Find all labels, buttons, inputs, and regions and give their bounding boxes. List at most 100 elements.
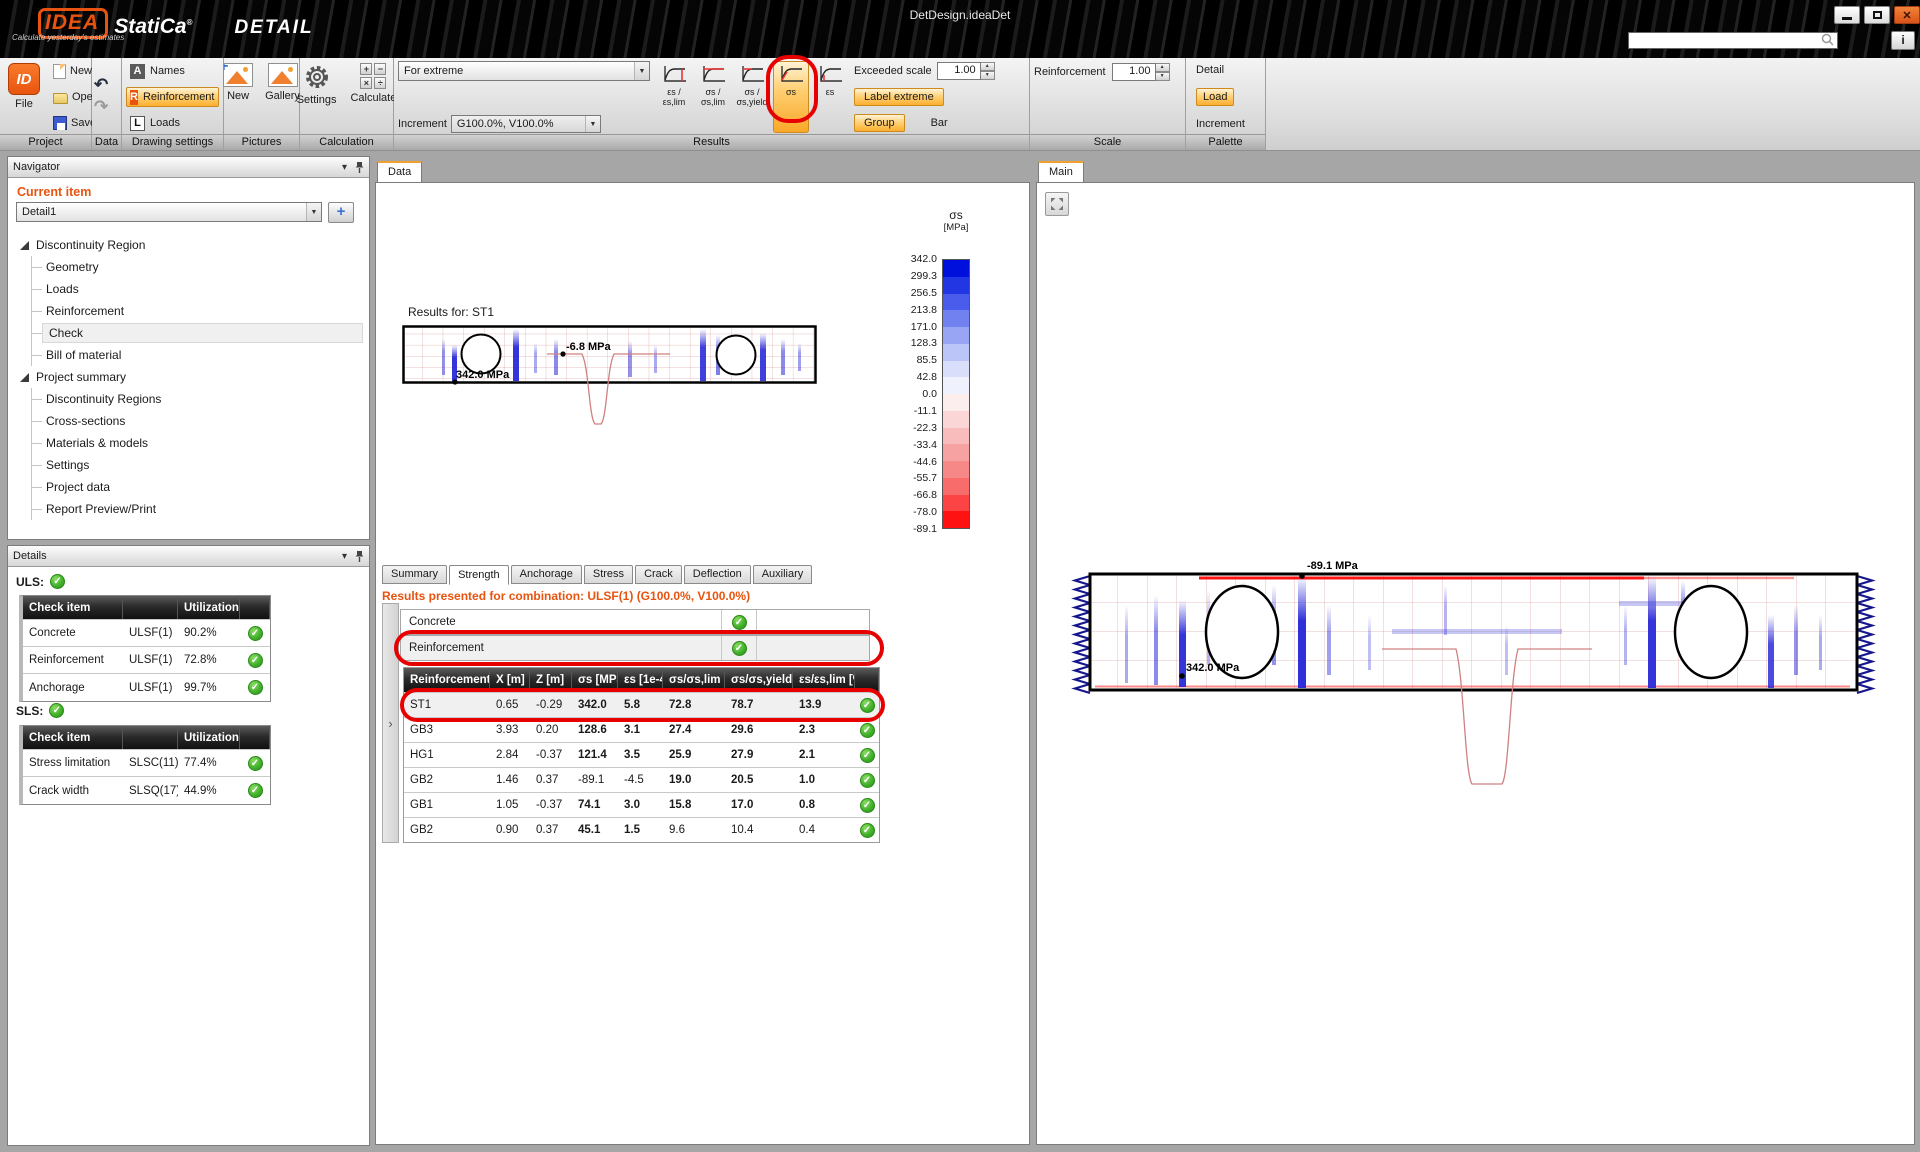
group-label-palette: Palette — [1186, 134, 1265, 150]
search-input[interactable] — [1629, 35, 1821, 47]
tab-summary[interactable]: Summary — [382, 565, 447, 584]
ribbon-group-calculation: Settings +− ×÷ Calculate Calculation — [300, 58, 394, 150]
result-tabs: Summary Strength Anchorage Stress Crack … — [382, 565, 814, 584]
table-row[interactable]: HG1 2.84 -0.37 121.4 3.5 25.9 27.9 2.1 ✓ — [404, 742, 879, 767]
palette-load-toggle[interactable]: Load — [1196, 88, 1234, 106]
tree-item-reinforcement[interactable]: Reinforcement — [32, 300, 363, 322]
tab-auxiliary[interactable]: Auxiliary — [753, 565, 813, 584]
loads-toggle[interactable]: L Loads — [126, 113, 219, 133]
result-ss-button[interactable]: σs — [773, 61, 809, 133]
result-es-eslim-button[interactable]: εs /εs,lim — [656, 61, 692, 133]
section-row-concrete[interactable]: Concrete ✓ — [400, 609, 870, 635]
exceeded-scale-spinner[interactable]: 1.00 ▲▼ — [937, 62, 995, 80]
group-label-pictures: Pictures — [224, 134, 299, 150]
support-left — [1075, 576, 1090, 693]
picture-new-button[interactable]: + New — [219, 61, 257, 133]
column-header-ss[interactable]: σs [MPa] — [572, 668, 618, 692]
expanded-triangle-icon[interactable] — [20, 373, 29, 382]
column-header-ssyield[interactable]: σs/σs,yield [%] — [725, 668, 793, 692]
result-ss-sslim-button[interactable]: σs /σs,lim — [695, 61, 731, 133]
current-item-select[interactable]: Detail1 ▼ — [16, 202, 322, 222]
search-box[interactable] — [1628, 32, 1838, 49]
panel-menu-icon[interactable]: ▾ — [334, 551, 355, 562]
column-header-x[interactable]: X [m] — [490, 668, 530, 692]
tab-strength[interactable]: Strength — [449, 565, 509, 585]
column-header-sslim[interactable]: σs/σs,lim [%] — [663, 668, 725, 692]
table-row[interactable]: GB1 1.05 -0.37 74.1 3.0 15.8 17.0 0.8 ✓ — [404, 792, 879, 817]
spin-up-icon[interactable]: ▲ — [981, 62, 995, 71]
tree-item-check[interactable]: Check — [32, 322, 363, 344]
tree-item-loads[interactable]: Loads — [32, 278, 363, 300]
status-check-icon: ✓ — [732, 615, 747, 630]
tree-item-settings[interactable]: Settings — [32, 454, 363, 476]
section-row-reinforcement[interactable]: Reinforcement ✓ — [400, 635, 870, 661]
title-bar: IDEA StatiCa® DETAIL Calculate yesterday… — [0, 0, 1920, 58]
stress-annotation-top: -89.1 MPa — [1307, 560, 1359, 572]
close-button[interactable]: ✕ — [1894, 6, 1920, 24]
label-extreme-toggle[interactable]: Label extreme — [854, 88, 944, 106]
settings-button[interactable]: Settings — [293, 61, 341, 133]
maximize-button[interactable] — [1864, 6, 1890, 24]
tree-item-discontinuity-regions[interactable]: Discontinuity Regions — [32, 388, 363, 410]
group-label-calculation: Calculation — [300, 134, 393, 150]
tension-zone-bottom — [1095, 686, 1850, 688]
info-button[interactable]: i — [1891, 31, 1915, 50]
tab-crack[interactable]: Crack — [635, 565, 682, 584]
spin-down-icon[interactable]: ▼ — [981, 71, 995, 80]
redo-button[interactable]: ↷ — [94, 100, 119, 114]
table-row[interactable]: GB2 0.90 0.37 45.1 1.5 9.6 10.4 0.4 ✓ — [404, 817, 879, 842]
tree-item-bill-of-material[interactable]: Bill of material — [32, 344, 363, 366]
tab-deflection[interactable]: Deflection — [684, 565, 751, 584]
beam-drawing-data[interactable]: -6.8 MPa 342.0 MPa — [402, 323, 832, 458]
reinforcement-scale-spinner[interactable]: 1.00 ▲▼ — [1112, 63, 1170, 81]
group-toggle[interactable]: Group — [854, 114, 905, 132]
fit-to-view-button[interactable] — [1045, 192, 1069, 216]
expanded-triangle-icon[interactable] — [20, 241, 29, 250]
undo-button[interactable]: ↶ — [94, 78, 119, 92]
column-header-es[interactable]: εs [1e-4] — [618, 668, 663, 692]
group-label-project: Project — [0, 134, 91, 150]
reinforcement-scale-value[interactable]: 1.00 — [1112, 63, 1156, 81]
result-es-button[interactable]: εs — [812, 61, 848, 133]
spin-down-icon[interactable]: ▼ — [1156, 72, 1170, 81]
names-toggle[interactable]: A Names — [126, 61, 219, 81]
add-item-button[interactable]: + — [328, 202, 354, 223]
tab-main[interactable]: Main — [1038, 161, 1084, 182]
exceeded-scale-value[interactable]: 1.00 — [937, 62, 981, 80]
panel-menu-icon[interactable]: ▾ — [334, 162, 355, 173]
result-button-label: σs /σs,yield — [736, 87, 767, 107]
minimize-button[interactable] — [1834, 6, 1860, 24]
file-button[interactable]: ID File — [4, 61, 44, 133]
calculate-icon: +− ×÷ — [360, 63, 386, 89]
tree-node-project-summary[interactable]: Project summary — [14, 366, 363, 388]
result-button-label: σs — [786, 87, 796, 97]
calculate-button[interactable]: +− ×÷ Calculate — [346, 61, 400, 133]
column-header-reinforcement[interactable]: Reinforcement — [404, 668, 490, 692]
tree-item-geometry[interactable]: Geometry — [32, 256, 363, 278]
column-header-eslim[interactable]: εs/εs,lim [%] — [793, 668, 855, 692]
table-row[interactable]: GB2 1.46 0.37 -89.1 -4.5 19.0 20.5 1.0 ✓ — [404, 767, 879, 792]
tree-item-report-preview-print[interactable]: Report Preview/Print — [32, 498, 363, 520]
tree-item-materials-models[interactable]: Materials & models — [32, 432, 363, 454]
status-check-icon: ✓ — [860, 698, 875, 713]
pin-icon[interactable] — [355, 161, 364, 174]
increment-select[interactable]: G100.0%, V100.0% ▼ — [451, 115, 601, 133]
column-header-z[interactable]: Z [m] — [530, 668, 572, 692]
tab-anchorage[interactable]: Anchorage — [511, 565, 582, 584]
table-row-st1[interactable]: ST1 0.65 -0.29 342.0 5.8 72.8 78.7 13.9 … — [404, 692, 879, 717]
pin-icon[interactable] — [355, 550, 364, 563]
main-canvas[interactable]: -89.1 MPa 342.0 MPa — [1037, 183, 1914, 1144]
tab-stress[interactable]: Stress — [584, 565, 633, 584]
sls-table-header: Check item Utilization — [23, 726, 270, 750]
tree-item-project-data[interactable]: Project data — [32, 476, 363, 498]
spin-up-icon[interactable]: ▲ — [1156, 63, 1170, 72]
table-expander[interactable]: › — [382, 603, 399, 843]
result-ss-ssyield-button[interactable]: σs /σs,yield — [734, 61, 770, 133]
tree-node-discontinuity-region[interactable]: Discontinuity Region — [14, 234, 363, 256]
table-row[interactable]: GB3 3.93 0.20 128.6 3.1 27.4 29.6 2.3 ✓ — [404, 717, 879, 742]
for-extreme-select[interactable]: For extreme ▼ — [398, 61, 650, 81]
tree-item-cross-sections[interactable]: Cross-sections — [32, 410, 363, 432]
tab-data[interactable]: Data — [377, 161, 422, 182]
reinforcement-table: Reinforcement X [m] Z [m] σs [MPa] εs [1… — [403, 667, 880, 843]
reinforcement-toggle[interactable]: R Reinforcement — [126, 87, 219, 107]
